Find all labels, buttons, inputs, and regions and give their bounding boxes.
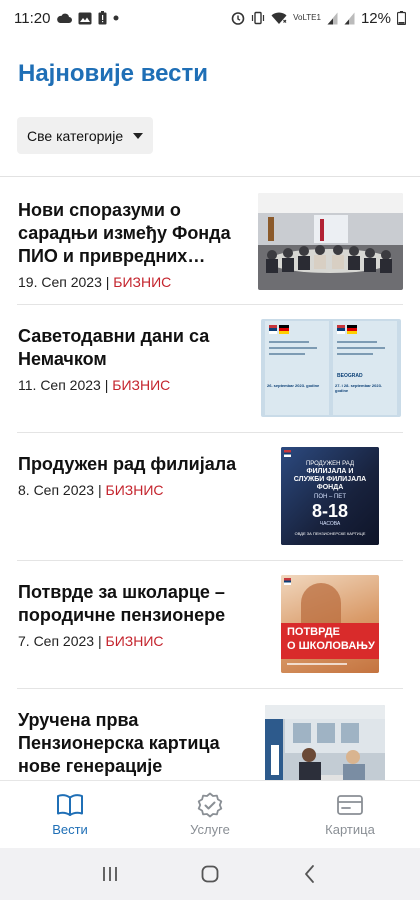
news-date: 8. Сеп 2023 <box>18 482 95 498</box>
news-category: БИЗНИС <box>105 482 164 498</box>
serbia-flag-icon <box>269 325 277 334</box>
cloud-icon <box>57 13 73 23</box>
news-thumbnail[interactable]: ПРОДУЖЕН РАД ФИЛИЈАЛА И СЛУЖБИ ФИЛИЈАЛА … <box>281 447 379 545</box>
card-icon <box>337 795 363 815</box>
news-title: Уручена прва Пензионерска картица нове г… <box>18 710 220 776</box>
poster-line2: ФИЛИЈАЛА И <box>306 468 354 475</box>
news-text: Нови споразуми о сарадњи између Фонда ПИ… <box>18 199 240 290</box>
battery-alert-icon <box>98 11 107 25</box>
flyer-right-city: BEOGRAD <box>337 373 363 379</box>
news-title: Потврде за школарце – породичне пензионе… <box>18 582 226 625</box>
news-category: БИЗНИС <box>112 377 171 393</box>
book-icon <box>57 794 83 816</box>
dot-icon <box>113 15 119 21</box>
image-icon <box>78 12 92 24</box>
nav-card-label: Картица <box>325 822 375 837</box>
back-icon[interactable] <box>299 863 321 885</box>
news-meta: 11. Сеп 2023 | БИЗНИС <box>18 377 240 393</box>
news-item[interactable]: Потврде за школарце – породичне пензионе… <box>17 561 403 689</box>
news-text: Продужен рад филијала 8. Сеп 2023 | БИЗН… <box>18 453 240 498</box>
status-bar: 11:20 VoLTE1 12% <box>0 0 420 36</box>
news-meta: 7. Сеп 2023 | БИЗНИС <box>18 633 240 649</box>
meta-separator: | <box>97 633 102 649</box>
battery-icon <box>397 11 406 25</box>
news-item[interactable]: Продужен рад филијала 8. Сеп 2023 | БИЗН… <box>17 433 403 561</box>
flyer-left: 26. septembar 2023. godine <box>265 321 329 415</box>
news-date: 19. Сеп 2023 <box>18 274 102 290</box>
vibrate-icon <box>251 11 265 25</box>
news-thumbnail[interactable]: 26. septembar 2023. godine BEOGRAD 27. i… <box>261 319 401 417</box>
recent-apps-icon[interactable] <box>99 863 121 885</box>
wifi-icon <box>271 12 287 24</box>
poster-footer: ОВДЕ ЗА ПЕНЗИОНЕРСКЕ КАРТИЦЕ <box>294 531 366 536</box>
system-navigation-bar <box>0 848 420 900</box>
poster-hours-sub: ЧАСОВА <box>319 521 341 527</box>
germany-flag-icon <box>279 325 289 334</box>
poster-line1: ПРОДУЖЕН РАД <box>305 461 355 467</box>
news-title: Продужен рад филијала <box>18 454 237 474</box>
category-dropdown[interactable]: Све категорије <box>17 117 153 154</box>
badge-check-icon <box>197 792 223 818</box>
signal-icon <box>344 12 355 24</box>
news-title: Саветодавни дани са Немачком <box>18 326 210 369</box>
meta-separator: | <box>97 482 102 498</box>
news-date: 11. Сеп 2023 <box>18 377 101 393</box>
news-list[interactable]: Нови споразуми о сарадњи између Фонда ПИ… <box>0 177 420 780</box>
meta-separator: | <box>104 377 109 393</box>
school-line1: ПОТВРДЕ <box>287 626 340 638</box>
meta-separator: | <box>105 274 110 290</box>
flyer-right-date: 27. i 28. septembar 2023. godine <box>335 383 382 393</box>
nav-services[interactable]: Услуге <box>140 781 280 848</box>
signal-icon <box>327 12 338 24</box>
nav-services-label: Услуге <box>190 822 230 837</box>
poster-days: ПОН – ПЕТ <box>314 494 346 500</box>
volte-label: VoLTE1 <box>293 13 321 22</box>
serbia-flag-icon <box>284 578 291 585</box>
news-text: Потврде за школарце – породичне пензионе… <box>18 581 240 649</box>
news-thumbnail[interactable]: ПОТВРДЕ О ШКОЛОВАЊУ <box>281 575 379 673</box>
status-right: VoLTE1 12% <box>231 10 406 27</box>
news-item[interactable]: Уручена прва Пензионерска картица нове г… <box>17 689 403 780</box>
poster-hours: 8-18 <box>311 501 349 521</box>
news-category: БИЗНИС <box>113 274 172 290</box>
meeting-photo <box>258 193 403 290</box>
nav-news-label: Вести <box>52 822 88 837</box>
germany-flag-icon <box>347 325 357 334</box>
school-line2: О ШКОЛОВАЊУ <box>287 640 375 652</box>
news-item[interactable]: Саветодавни дани са Немачком 11. Сеп 202… <box>17 305 403 433</box>
news-meta: 8. Сеп 2023 | БИЗНИС <box>18 482 240 498</box>
news-title: Нови споразуми о сарадњи између Фонда ПИ… <box>18 200 231 266</box>
flyer-left-date: 26. septembar 2023. godine <box>267 383 320 388</box>
page-title: Најновије вести <box>18 60 209 87</box>
news-text: Уручена прва Пензионерска картица нове г… <box>18 709 240 780</box>
bottom-navigation: Вести Услуге Картица <box>0 780 420 848</box>
poster-line3: СЛУЖБИ ФИЛИЈАЛА <box>293 476 367 483</box>
news-category: БИЗНИС <box>105 633 164 649</box>
poster-line4: ФОНДА <box>316 484 344 491</box>
news-meta: 19. Сеп 2023 | БИЗНИС <box>18 274 240 290</box>
flyer-right: BEOGRAD 27. i 28. septembar 2023. godine <box>333 321 397 415</box>
serbia-flag-icon <box>337 325 345 334</box>
caret-down-icon <box>133 132 143 139</box>
news-item[interactable]: Нови споразуми о сарадњи између Фонда ПИ… <box>17 177 403 305</box>
news-thumbnail[interactable] <box>265 705 385 780</box>
status-time: 11:20 <box>14 9 51 27</box>
status-left: 11:20 <box>14 10 119 27</box>
serbia-flag-icon <box>284 450 291 457</box>
news-date: 7. Сеп 2023 <box>18 633 95 649</box>
nav-card[interactable]: Картица <box>280 781 420 848</box>
news-thumbnail[interactable] <box>258 193 403 290</box>
alarm-icon <box>231 12 245 25</box>
category-dropdown-value: Све категорије <box>27 127 124 144</box>
nav-news[interactable]: Вести <box>0 781 140 848</box>
news-text: Саветодавни дани са Немачком 11. Сеп 202… <box>18 325 240 393</box>
home-icon[interactable] <box>199 863 221 885</box>
battery-percent: 12% <box>360 9 391 27</box>
photo-card-handover <box>265 705 385 780</box>
